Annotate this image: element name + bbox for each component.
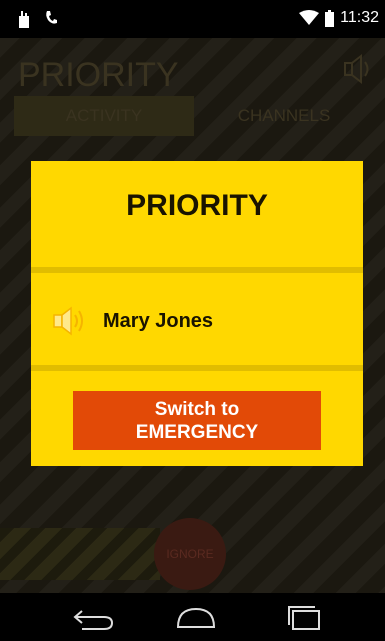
speaker-icon — [53, 306, 83, 336]
status-time: 11:32 — [340, 9, 379, 26]
home-icon[interactable] — [174, 605, 218, 631]
caller-name: Mary Jones — [103, 309, 214, 332]
tab-activity[interactable]: ACTIVITY — [14, 96, 194, 136]
phone-icon — [46, 11, 57, 24]
dialog-divider-bottom — [31, 365, 363, 371]
ignore-label: IGNORE — [166, 547, 214, 561]
ignore-button[interactable]: IGNORE — [154, 518, 226, 590]
status-bar: 11:32 — [0, 0, 385, 38]
dialog-title: PRIORITY — [126, 189, 268, 222]
wifi-icon — [299, 10, 320, 25]
page-title: PRIORITY — [18, 56, 179, 94]
bottom-action-bar: IGNORE — [0, 518, 385, 590]
tab-channels[interactable]: CHANNELS — [194, 96, 374, 136]
notification-icon — [19, 11, 29, 28]
status-right-icons: 11:32 — [299, 9, 379, 27]
dialog-divider-top — [31, 267, 363, 273]
app-header: PRIORITY — [0, 38, 385, 100]
switch-to-emergency-button[interactable]: Switch to EMERGENCY — [73, 391, 321, 450]
status-left-icons — [18, 10, 58, 28]
recents-icon[interactable] — [283, 605, 327, 631]
emergency-button-line-2: EMERGENCY — [135, 421, 259, 443]
caller-row: Mary Jones — [31, 285, 363, 357]
emergency-button-line-1: Switch to — [154, 398, 240, 420]
back-icon[interactable] — [72, 605, 116, 631]
priority-dialog: PRIORITY Mary Jones Switch to EMERGENCY — [31, 161, 363, 466]
speaker-icon[interactable] — [343, 52, 375, 86]
tab-bar: ACTIVITY CHANNELS — [14, 96, 374, 136]
navigation-bar — [0, 593, 385, 641]
bottom-left-button[interactable] — [0, 528, 160, 580]
battery-icon — [325, 9, 335, 27]
